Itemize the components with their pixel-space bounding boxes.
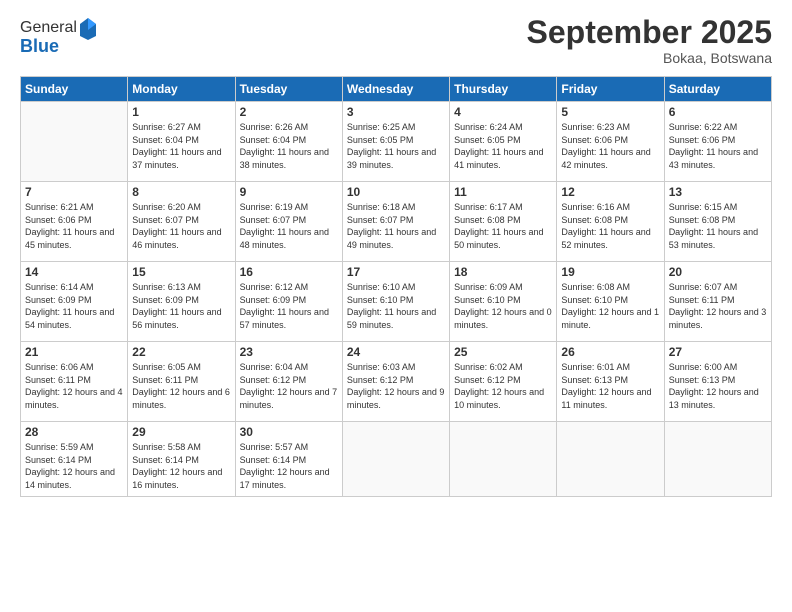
header: General Blue September 2025 Bokaa, Botsw…: [20, 16, 772, 66]
day-17: 17 Sunrise: 6:10 AM Sunset: 6:10 PM Dayl…: [342, 262, 449, 342]
calendar-row-5: 28 Sunrise: 5:59 AM Sunset: 6:14 PM Dayl…: [21, 422, 772, 497]
day-26: 26 Sunrise: 6:01 AM Sunset: 6:13 PM Dayl…: [557, 342, 664, 422]
header-saturday: Saturday: [664, 77, 771, 102]
header-thursday: Thursday: [450, 77, 557, 102]
day-9: 9 Sunrise: 6:19 AM Sunset: 6:07 PM Dayli…: [235, 182, 342, 262]
day-1: 1 Sunrise: 6:27 AM Sunset: 6:04 PM Dayli…: [128, 102, 235, 182]
day-6: 6 Sunrise: 6:22 AM Sunset: 6:06 PM Dayli…: [664, 102, 771, 182]
day-14: 14 Sunrise: 6:14 AM Sunset: 6:09 PM Dayl…: [21, 262, 128, 342]
calendar-table: Sunday Monday Tuesday Wednesday Thursday…: [20, 76, 772, 497]
calendar-row-2: 7 Sunrise: 6:21 AM Sunset: 6:06 PM Dayli…: [21, 182, 772, 262]
calendar-row-4: 21 Sunrise: 6:06 AM Sunset: 6:11 PM Dayl…: [21, 342, 772, 422]
empty-cell-30-5: [450, 422, 557, 497]
header-wednesday: Wednesday: [342, 77, 449, 102]
day-29: 29 Sunrise: 5:58 AM Sunset: 6:14 PM Dayl…: [128, 422, 235, 497]
day-28: 28 Sunrise: 5:59 AM Sunset: 6:14 PM Dayl…: [21, 422, 128, 497]
day-21: 21 Sunrise: 6:06 AM Sunset: 6:11 PM Dayl…: [21, 342, 128, 422]
empty-cell-30-6: [557, 422, 664, 497]
header-friday: Friday: [557, 77, 664, 102]
calendar-row-3: 14 Sunrise: 6:14 AM Sunset: 6:09 PM Dayl…: [21, 262, 772, 342]
day-20: 20 Sunrise: 6:07 AM Sunset: 6:11 PM Dayl…: [664, 262, 771, 342]
day-10: 10 Sunrise: 6:18 AM Sunset: 6:07 PM Dayl…: [342, 182, 449, 262]
day-16: 16 Sunrise: 6:12 AM Sunset: 6:09 PM Dayl…: [235, 262, 342, 342]
month-title: September 2025: [527, 16, 772, 48]
logo-general-text: General: [20, 19, 77, 37]
calendar-header-row: Sunday Monday Tuesday Wednesday Thursday…: [21, 77, 772, 102]
title-area: September 2025 Bokaa, Botswana: [527, 16, 772, 66]
day-4: 4 Sunrise: 6:24 AM Sunset: 6:05 PM Dayli…: [450, 102, 557, 182]
page: General Blue September 2025 Bokaa, Botsw…: [0, 0, 792, 612]
empty-cell-30-7: [664, 422, 771, 497]
empty-cell: [21, 102, 128, 182]
day-23: 23 Sunrise: 6:04 AM Sunset: 6:12 PM Dayl…: [235, 342, 342, 422]
day-18: 18 Sunrise: 6:09 AM Sunset: 6:10 PM Dayl…: [450, 262, 557, 342]
header-sunday: Sunday: [21, 77, 128, 102]
day-7: 7 Sunrise: 6:21 AM Sunset: 6:06 PM Dayli…: [21, 182, 128, 262]
day-8: 8 Sunrise: 6:20 AM Sunset: 6:07 PM Dayli…: [128, 182, 235, 262]
day-24: 24 Sunrise: 6:03 AM Sunset: 6:12 PM Dayl…: [342, 342, 449, 422]
day-3: 3 Sunrise: 6:25 AM Sunset: 6:05 PM Dayli…: [342, 102, 449, 182]
calendar-row-1: 1 Sunrise: 6:27 AM Sunset: 6:04 PM Dayli…: [21, 102, 772, 182]
day-2: 2 Sunrise: 6:26 AM Sunset: 6:04 PM Dayli…: [235, 102, 342, 182]
day-13: 13 Sunrise: 6:15 AM Sunset: 6:08 PM Dayl…: [664, 182, 771, 262]
day-30: 30 Sunrise: 5:57 AM Sunset: 6:14 PM Dayl…: [235, 422, 342, 497]
day-22: 22 Sunrise: 6:05 AM Sunset: 6:11 PM Dayl…: [128, 342, 235, 422]
logo: General Blue: [20, 16, 99, 57]
day-11: 11 Sunrise: 6:17 AM Sunset: 6:08 PM Dayl…: [450, 182, 557, 262]
header-monday: Monday: [128, 77, 235, 102]
day-5: 5 Sunrise: 6:23 AM Sunset: 6:06 PM Dayli…: [557, 102, 664, 182]
header-tuesday: Tuesday: [235, 77, 342, 102]
day-12: 12 Sunrise: 6:16 AM Sunset: 6:08 PM Dayl…: [557, 182, 664, 262]
empty-cell-30-4: [342, 422, 449, 497]
day-15: 15 Sunrise: 6:13 AM Sunset: 6:09 PM Dayl…: [128, 262, 235, 342]
day-25: 25 Sunrise: 6:02 AM Sunset: 6:12 PM Dayl…: [450, 342, 557, 422]
logo-icon: [78, 16, 98, 40]
day-19: 19 Sunrise: 6:08 AM Sunset: 6:10 PM Dayl…: [557, 262, 664, 342]
location: Bokaa, Botswana: [527, 50, 772, 66]
day-27: 27 Sunrise: 6:00 AM Sunset: 6:13 PM Dayl…: [664, 342, 771, 422]
